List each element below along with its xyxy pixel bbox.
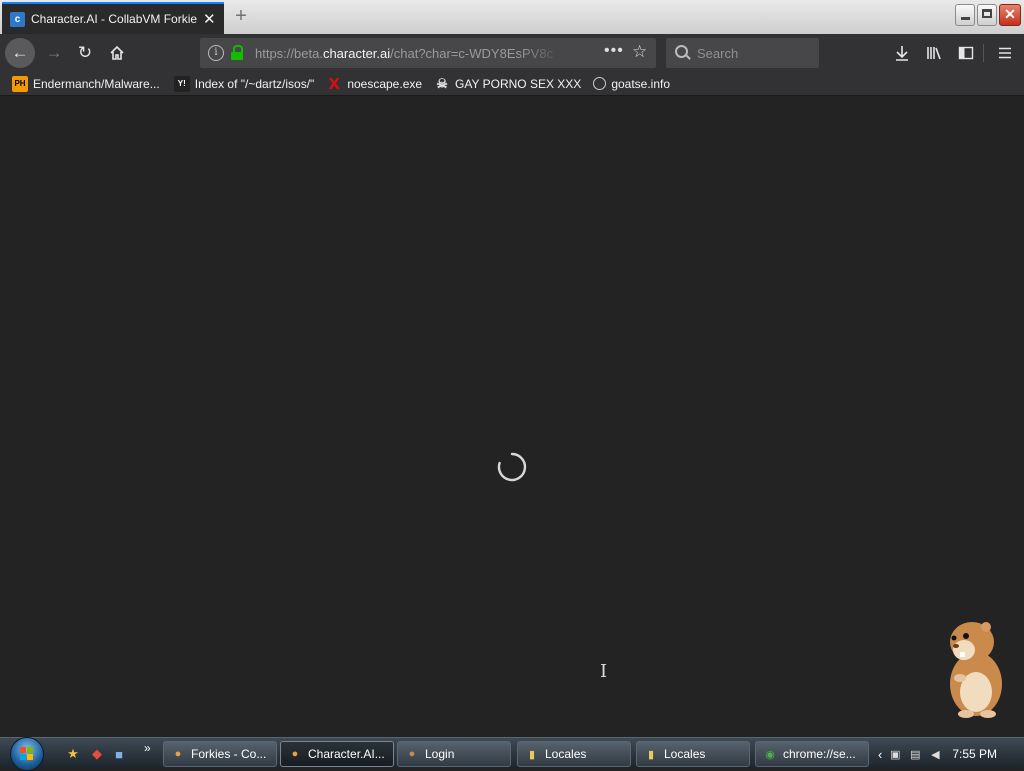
taskbar-button-label: Character.AI... bbox=[308, 747, 385, 761]
url-bar[interactable]: i https://beta.character.ai/chat?char=c-… bbox=[200, 38, 656, 68]
toolbar-separator bbox=[983, 44, 984, 62]
bookmark-label: noescape.exe bbox=[347, 76, 423, 91]
taskbar-button[interactable]: ● Character.AI... bbox=[280, 741, 394, 767]
bookmark-item[interactable]: X noescape.exe bbox=[326, 74, 423, 93]
quicklaunch-overflow-icon[interactable]: » bbox=[144, 741, 151, 755]
chrome-icon: ◉ bbox=[765, 748, 775, 761]
tab-title: Character.AI - CollabVM Forkie bbox=[31, 12, 197, 26]
menu-button[interactable] bbox=[991, 39, 1019, 67]
library-button[interactable] bbox=[920, 39, 948, 67]
firefox-quicklaunch-icon[interactable]: ★ bbox=[64, 745, 82, 763]
url-domain: character.ai bbox=[322, 45, 391, 61]
arrow-right-icon: → bbox=[45, 43, 63, 62]
url-prefix: https://beta. bbox=[255, 45, 323, 61]
system-tray: ‹ ▣ ▤ ◀ 7:55 PM bbox=[872, 741, 1024, 767]
taskbar: ★ ◆ ■ » ● Forkies - Co... ● Character.AI… bbox=[0, 737, 1024, 771]
taskbar-button[interactable]: ● Forkies - Co... bbox=[163, 741, 277, 767]
network-icon[interactable]: ▤ bbox=[908, 747, 922, 761]
bookmark-item[interactable]: ☠ GAY PORNO SEX XXX bbox=[434, 76, 581, 92]
taskbar-button[interactable]: ▮ Locales bbox=[517, 741, 631, 767]
taskbar-button-label: chrome://se... bbox=[783, 747, 856, 761]
sidebar-icon bbox=[958, 46, 974, 60]
sidebar-button[interactable] bbox=[952, 39, 980, 67]
back-button[interactable]: ← bbox=[5, 38, 35, 68]
tray-app-icon[interactable]: ▣ bbox=[888, 747, 902, 761]
clock[interactable]: 7:55 PM bbox=[952, 747, 997, 761]
library-icon bbox=[927, 47, 941, 60]
tab-strip: c Character.AI - CollabVM Forkie ✕ + bbox=[0, 0, 1024, 34]
new-tab-button[interactable]: + bbox=[230, 5, 252, 27]
home-icon bbox=[110, 45, 124, 60]
character-ai-favicon-icon: c bbox=[10, 11, 25, 27]
taskbar-button-label: Forkies - Co... bbox=[191, 747, 267, 761]
taskbar-button-label: Login bbox=[425, 747, 455, 761]
bookmark-label: GAY PORNO SEX XXX bbox=[455, 76, 582, 91]
page-actions-icon[interactable]: ••• bbox=[604, 42, 624, 60]
search-icon bbox=[675, 45, 691, 61]
opera-quicklaunch-icon[interactable]: ◆ bbox=[88, 745, 106, 763]
skull-icon: ☠ bbox=[436, 75, 448, 91]
bookmark-item[interactable]: goatse.info bbox=[593, 77, 670, 91]
taskbar-button[interactable]: ● Login bbox=[397, 741, 511, 767]
hamburger-menu-icon bbox=[999, 47, 1011, 59]
home-button[interactable] bbox=[103, 39, 131, 67]
show-desktop-icon[interactable]: ■ bbox=[110, 745, 128, 763]
bookmark-star-icon[interactable]: ☆ bbox=[632, 42, 647, 62]
taskbar-button-label: Locales bbox=[545, 747, 587, 761]
taskbar-button-label: Locales bbox=[664, 747, 706, 761]
hamster-desktop-pet-icon[interactable] bbox=[942, 616, 1006, 720]
red-x-icon: X bbox=[328, 74, 341, 93]
close-icon[interactable]: ✕ bbox=[203, 12, 216, 27]
navigation-toolbar: ← → ↻ i https://beta.character.ai/chat?c… bbox=[0, 34, 1024, 72]
firefox-icon: ● bbox=[174, 748, 182, 760]
windows-flag-icon bbox=[20, 747, 33, 760]
taskbar-button[interactable]: ▮ Locales bbox=[636, 741, 750, 767]
bookmark-label: Index of "/~dartz/isos/" bbox=[194, 76, 315, 91]
chevron-left-icon[interactable]: ‹ bbox=[878, 747, 882, 762]
bookmark-item[interactable]: Y! Index of "/~dartz/isos/" bbox=[173, 75, 315, 92]
search-box[interactable]: Search bbox=[666, 38, 819, 68]
taskbar-button[interactable]: ◉ chrome://se... bbox=[755, 741, 869, 767]
window-close-button[interactable] bbox=[999, 4, 1021, 26]
bookmark-label: Endermanch/Malware... bbox=[33, 76, 160, 91]
pornhub-favicon-icon: PH bbox=[12, 75, 28, 92]
url-path: /chat?char=c-WDY8EsPV8c bbox=[390, 45, 554, 61]
volume-icon[interactable]: ◀ bbox=[928, 747, 942, 761]
firefox-icon: ● bbox=[291, 748, 299, 760]
bookmark-item[interactable]: PH Endermanch/Malware... bbox=[12, 75, 160, 92]
lock-icon[interactable] bbox=[230, 45, 246, 61]
start-button[interactable] bbox=[10, 737, 44, 771]
folder-icon: ▮ bbox=[647, 748, 655, 761]
reload-button[interactable]: ↻ bbox=[71, 39, 99, 67]
ycombinator-favicon-icon: Y! bbox=[173, 75, 190, 92]
search-placeholder: Search bbox=[697, 45, 739, 61]
forward-button[interactable]: → bbox=[40, 39, 68, 67]
globe-icon bbox=[593, 77, 607, 90]
app-icon: ● bbox=[408, 748, 416, 760]
bookmarks-toolbar: PH Endermanch/Malware... Y! Index of "/~… bbox=[0, 72, 1024, 96]
downloads-button[interactable] bbox=[888, 39, 916, 67]
reload-icon: ↻ bbox=[77, 43, 93, 62]
arrow-left-icon: ← bbox=[11, 43, 29, 62]
restore-button[interactable] bbox=[977, 4, 997, 26]
tab-active[interactable]: c Character.AI - CollabVM Forkie ✕ bbox=[2, 2, 224, 34]
text-cursor-icon: I bbox=[600, 661, 608, 682]
minimize-button[interactable] bbox=[955, 4, 975, 26]
info-icon[interactable]: i bbox=[208, 45, 224, 61]
folder-icon: ▮ bbox=[528, 748, 536, 761]
loading-spinner-icon bbox=[497, 452, 527, 482]
download-icon bbox=[896, 46, 908, 61]
url-text[interactable]: https://beta.character.ai/chat?char=c-WD… bbox=[255, 46, 565, 61]
page-content: I bbox=[0, 96, 1024, 737]
bookmark-label: goatse.info bbox=[611, 76, 671, 91]
